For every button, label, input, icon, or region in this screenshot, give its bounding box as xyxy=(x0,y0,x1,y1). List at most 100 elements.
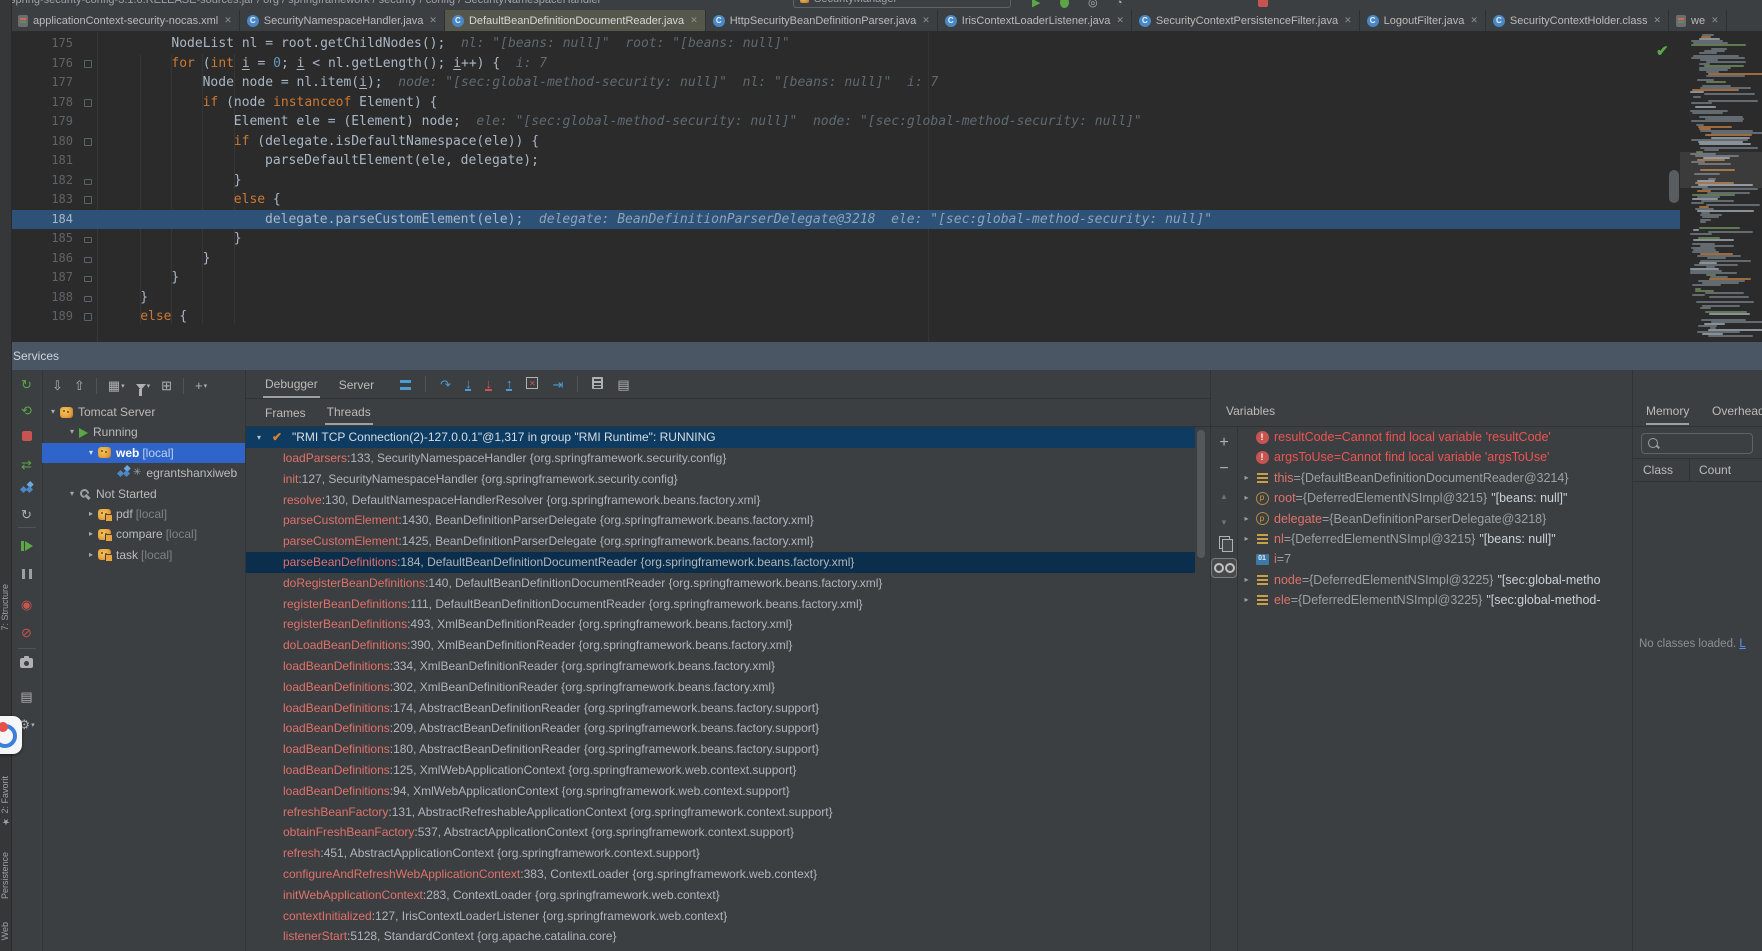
code-line[interactable]: 180if (delegate.isDefaultNamespace(ele))… xyxy=(11,132,1688,152)
duplicate-button[interactable] xyxy=(1211,536,1237,554)
code-line[interactable]: 189else { xyxy=(11,307,1688,327)
chevron-down-icon[interactable]: ▾ xyxy=(65,422,79,442)
refresh-button[interactable]: ↻ xyxy=(11,508,42,522)
stack-frame-row[interactable]: configureAndRefreshWebApplicationContext… xyxy=(246,864,1195,885)
inspections-ok-icon[interactable]: ✔ xyxy=(1656,42,1669,60)
stack-frame-row[interactable]: initWebApplicationContext:283, ContextLo… xyxy=(246,885,1195,906)
tab-threads[interactable]: Threads xyxy=(325,399,373,425)
coverage-button[interactable]: ◎ xyxy=(1088,0,1098,9)
mute-breakpoints-button[interactable]: ⊘ xyxy=(11,626,42,640)
code-line[interactable]: 178if (node instanceof Element) { xyxy=(11,93,1688,113)
stop-server-button[interactable] xyxy=(11,430,42,444)
stack-frame-row[interactable]: contextInitialized:127, IrisContextLoade… xyxy=(246,906,1195,927)
tab-frames[interactable]: Frames xyxy=(263,400,308,424)
close-icon[interactable]: ✕ xyxy=(1116,15,1124,26)
code-line[interactable]: 177Node node = nl.item(i); node: "[sec:g… xyxy=(11,73,1688,93)
code-line[interactable]: 183else { xyxy=(11,190,1688,210)
frames-scrollbar-thumb[interactable] xyxy=(1197,430,1205,558)
run-to-cursor-button[interactable]: ⇥ xyxy=(552,378,563,391)
restart-debugger-button[interactable]: ⟲ xyxy=(11,404,42,418)
add-watch-button[interactable]: + xyxy=(1211,434,1237,452)
code-line[interactable]: 186} xyxy=(11,249,1688,269)
stack-frame-row[interactable]: init:127, SecurityNamespaceHandler {org.… xyxy=(246,469,1195,490)
fold-marker-icon[interactable] xyxy=(84,237,92,243)
rerun-server-button[interactable]: ↻ xyxy=(11,378,42,392)
stack-frame-row[interactable]: loadBeanDefinitions:334, XmlBeanDefiniti… xyxy=(246,656,1195,677)
stack-frame-row[interactable]: loadBeanDefinitions:125, XmlWebApplicati… xyxy=(246,760,1195,781)
editor-tab[interactable]: CDefaultBeanDefinitionDocumentReader.jav… xyxy=(445,10,706,31)
stack-frame-row[interactable]: startInternal:5653, StandardContext {org… xyxy=(246,947,1195,951)
fold-marker-icon[interactable] xyxy=(84,257,92,263)
editor-tab[interactable]: CHttpSecurityBeanDefinitionParser.java✕ xyxy=(706,10,938,31)
add-frame-button[interactable]: ⊞ xyxy=(161,379,172,393)
code-editor[interactable]: 175NodeList nl = root.getChildNodes(); n… xyxy=(11,32,1688,342)
debug-button[interactable] xyxy=(1060,0,1069,10)
stack-frame-row[interactable]: parseCustomElement:1425, BeanDefinitionP… xyxy=(246,531,1195,552)
fold-marker-icon[interactable] xyxy=(84,138,92,146)
code-line[interactable]: 182} xyxy=(11,171,1688,191)
variable-row-i[interactable]: 01i = 7 xyxy=(1239,549,1632,569)
close-icon[interactable]: ✕ xyxy=(429,15,437,26)
minimap-viewport[interactable] xyxy=(1680,152,1762,188)
editor-tab[interactable]: applicationContext-security-nocas.xml✕ xyxy=(11,10,240,31)
code-line[interactable]: 188} xyxy=(11,288,1688,308)
fold-marker-icon[interactable] xyxy=(84,60,92,68)
step-out-button[interactable]: ↑ xyxy=(506,377,513,391)
editor-tab[interactable]: CSecurityContextHolder.class✕ xyxy=(1486,10,1669,31)
group-by-button[interactable]: ▦▾ xyxy=(108,379,125,394)
tab-overhead[interactable]: Overhead xyxy=(1712,404,1762,423)
stack-frame-row[interactable]: doLoadBeanDefinitions:390, XmlBeanDefini… xyxy=(246,635,1195,656)
tab-debugger[interactable]: Debugger xyxy=(263,371,320,398)
variable-row-argsToUse[interactable]: !argsToUse = Cannot find local variable … xyxy=(1239,447,1632,467)
chevron-right-icon[interactable]: ▸ xyxy=(84,524,98,544)
tree-item-compare[interactable]: ▸compare [local] xyxy=(42,524,245,544)
close-icon[interactable]: ✕ xyxy=(1653,15,1661,26)
filter-button[interactable]: ▾ xyxy=(136,379,151,394)
load-classes-link[interactable]: L xyxy=(1739,638,1745,650)
tree-item-egrantshanxiweb[interactable]: ✳egrantshanxiweb xyxy=(42,463,245,483)
deploy-artifacts-button[interactable] xyxy=(11,483,42,498)
tab-server[interactable]: Server xyxy=(337,372,376,397)
chevron-down-icon[interactable]: ▾ xyxy=(46,402,60,422)
stack-frame-row[interactable]: loadBeanDefinitions:174, AbstractBeanDef… xyxy=(246,698,1195,719)
close-icon[interactable]: ✕ xyxy=(1711,15,1719,26)
fold-marker-icon[interactable] xyxy=(84,313,92,321)
services-panel-header[interactable]: Services xyxy=(0,342,1762,370)
variable-row-nl[interactable]: ▸nl = {DeferredElementNSImpl@3215}"[bean… xyxy=(1239,529,1632,549)
show-watches-button[interactable] xyxy=(1211,558,1237,578)
code-line[interactable]: 176for (int i = 0; i < nl.getLength(); i… xyxy=(11,54,1688,74)
fold-marker-icon[interactable] xyxy=(84,179,92,185)
code-line[interactable]: 185} xyxy=(11,229,1688,249)
code-line[interactable]: 179Element ele = (Element) node; ele: "[… xyxy=(11,112,1688,132)
close-icon[interactable]: ✕ xyxy=(224,15,232,26)
stack-frame-row[interactable]: loadBeanDefinitions:94, XmlWebApplicatio… xyxy=(246,781,1195,802)
variable-row-ele[interactable]: ▸ele = {DeferredElementNSImpl@3225}"[sec… xyxy=(1239,590,1632,610)
code-line[interactable]: 187} xyxy=(11,268,1688,288)
layout-settings-button[interactable]: ▤ xyxy=(617,378,629,391)
run-config-selector[interactable]: SecurityManager xyxy=(793,0,1011,8)
variable-row-this[interactable]: ▸this = {DefaultBeanDefinitionDocumentRe… xyxy=(1239,468,1632,488)
run-button[interactable]: ▶ xyxy=(1032,0,1040,9)
close-icon[interactable]: ✕ xyxy=(1344,15,1352,26)
chevron-right-icon[interactable]: ▸ xyxy=(84,545,98,565)
chevron-down-icon[interactable]: ▾ xyxy=(84,443,98,463)
move-up-button[interactable]: ▲ xyxy=(1211,486,1237,504)
panel-divider[interactable] xyxy=(1210,370,1211,951)
force-step-into-button[interactable]: ↓ xyxy=(485,377,492,391)
column-class[interactable]: Class xyxy=(1643,459,1673,481)
tab-memory[interactable]: Memory xyxy=(1646,404,1689,425)
chevron-down-icon[interactable]: ▾ xyxy=(257,427,261,448)
code-line[interactable]: 175NodeList nl = root.getChildNodes(); n… xyxy=(11,34,1688,54)
thread-dump-button[interactable] xyxy=(11,656,42,671)
stack-frame-row[interactable]: registerBeanDefinitions:493, XmlBeanDefi… xyxy=(246,614,1195,635)
tool-window-button-web[interactable]: Web xyxy=(0,922,10,940)
tree-item-tomcat-server[interactable]: ▾Tomcat Server xyxy=(42,402,245,422)
tree-item-web[interactable]: ▾web [local] xyxy=(42,443,245,463)
variable-row-resultCode[interactable]: !resultCode = Cannot find local variable… xyxy=(1239,427,1632,447)
editor-tab[interactable]: CIrisContextLoaderListener.java✕ xyxy=(938,10,1132,31)
stack-frame-row[interactable]: loadParsers:133, SecurityNamespaceHandle… xyxy=(246,448,1195,469)
drop-frame-button[interactable] xyxy=(526,377,538,391)
editor-tab[interactable]: we✕ xyxy=(1669,10,1727,31)
stack-frame-row[interactable]: parseCustomElement:1430, BeanDefinitionP… xyxy=(246,510,1195,531)
breadcrumb[interactable]: spring-security-config-3.1.0.RELEASE-sou… xyxy=(10,0,601,9)
